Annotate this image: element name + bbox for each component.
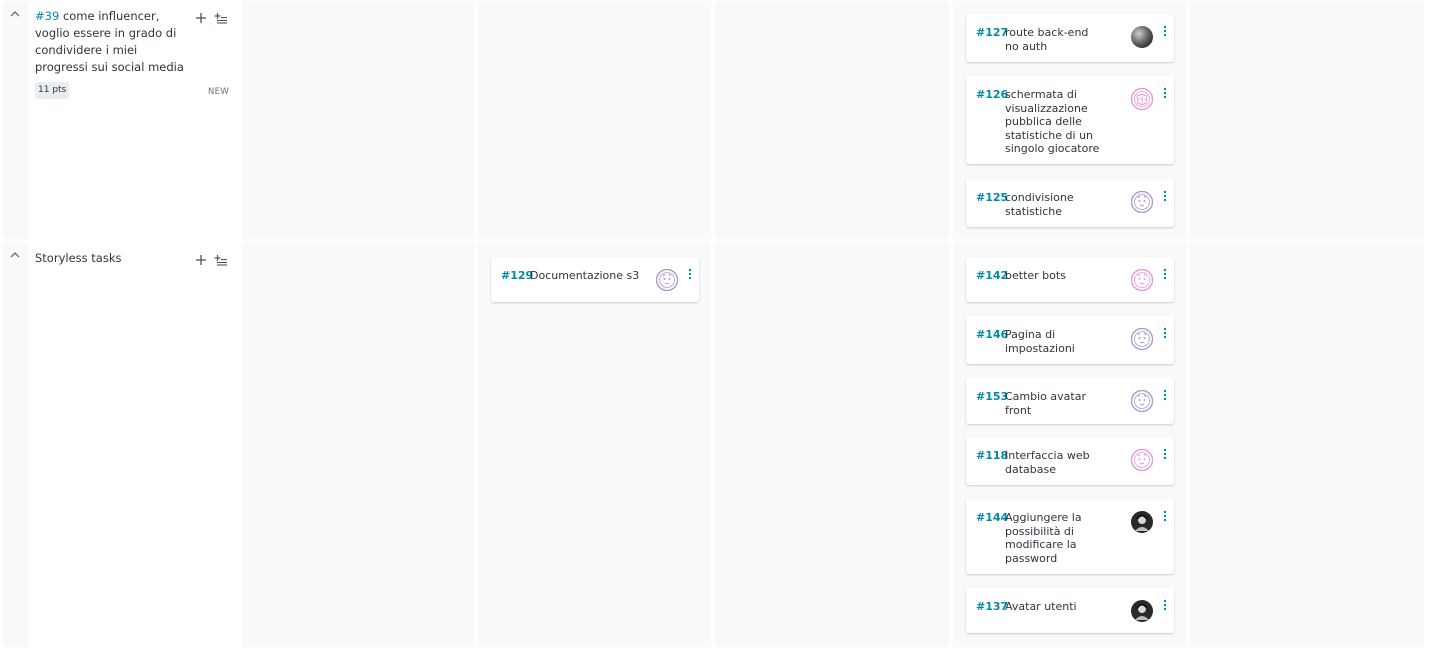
task-ref[interactable]: #127 (976, 26, 1008, 39)
task-title[interactable]: condivisione statistiche (1005, 191, 1105, 218)
task-card[interactable]: #127 route back-end no auth (966, 14, 1174, 62)
add-task-icon[interactable] (195, 12, 209, 24)
task-card[interactable]: #153 Cambio avatar front (966, 378, 1174, 424)
more-options-icon[interactable] (688, 268, 692, 280)
task-ref[interactable]: #129 (501, 269, 533, 282)
more-options-icon[interactable] (1163, 268, 1167, 280)
task-ref[interactable]: #118 (976, 449, 1008, 462)
task-card[interactable]: #137 Avatar utenti (966, 588, 1174, 633)
task-title[interactable]: Avatar utenti (1005, 600, 1105, 614)
status-column-cell (715, 243, 949, 647)
assignee-avatar[interactable] (1130, 268, 1154, 292)
assignee-avatar[interactable] (1130, 448, 1154, 472)
status-column-cell (478, 1, 711, 239)
status-column-cell (478, 243, 711, 647)
task-ref[interactable]: #153 (976, 390, 1008, 403)
task-title[interactable]: Cambio avatar front (1005, 390, 1105, 417)
task-title[interactable]: schermata di visualizzazione pubblica de… (1005, 88, 1105, 156)
task-ref[interactable]: #125 (976, 191, 1008, 204)
story-points-badge: 11 pts (35, 82, 70, 99)
status-column-cell (242, 1, 475, 239)
task-card[interactable]: #144 Aggiungere la possibilità di modific… (966, 499, 1174, 574)
swimlane-header-panel (29, 243, 240, 647)
assignee-avatar[interactable] (1131, 600, 1153, 622)
task-ref[interactable]: #146 (976, 328, 1008, 341)
more-options-icon[interactable] (1163, 87, 1167, 99)
status-column-cell (242, 243, 475, 647)
task-title[interactable]: Documentazione s3 (530, 269, 640, 283)
more-options-icon[interactable] (1163, 510, 1167, 522)
task-card[interactable]: #129 Documentazione s3 (491, 257, 699, 302)
task-title[interactable]: Interfaccia web database (1005, 449, 1105, 476)
task-title[interactable]: Aggiungere la possibilità di modificare … (1005, 511, 1105, 565)
task-ref[interactable]: #142 (976, 269, 1008, 282)
swimlane-title: Storyless tasks (35, 251, 122, 265)
task-ref[interactable]: #144 (976, 511, 1008, 524)
status-column-cell (1190, 243, 1424, 647)
user-story-title[interactable]: #39 come influencer, voglio essere in gr… (35, 8, 185, 76)
more-options-icon[interactable] (1163, 327, 1167, 339)
task-title[interactable]: better bots (1005, 269, 1105, 283)
task-card[interactable]: #146 Pagina di impostazioni (966, 316, 1174, 364)
assignee-avatar[interactable] (1130, 327, 1154, 351)
assignee-avatar[interactable] (655, 268, 679, 292)
task-card[interactable]: #118 Interfaccia web database (966, 437, 1174, 485)
more-options-icon[interactable] (1163, 389, 1167, 401)
assignee-avatar[interactable] (1130, 190, 1154, 214)
more-options-icon[interactable] (1163, 190, 1167, 202)
task-card[interactable]: #126 schermata di visualizzazione pubblic… (966, 76, 1174, 164)
story-status[interactable]: NEW (208, 87, 229, 97)
more-options-icon[interactable] (1163, 599, 1167, 611)
task-card[interactable]: #125 condivisione statistiche (966, 179, 1174, 227)
assignee-avatar[interactable] (1130, 389, 1154, 413)
assignee-avatar[interactable] (1131, 511, 1153, 533)
assignee-avatar[interactable] (1131, 26, 1153, 48)
user-story-ref[interactable]: #39 (35, 9, 59, 23)
add-bulk-tasks-icon[interactable] (214, 12, 228, 24)
task-title[interactable]: Pagina di impostazioni (1005, 328, 1105, 355)
collapse-chevron-up-icon[interactable] (10, 251, 20, 259)
status-column-cell (1190, 1, 1424, 239)
collapse-chevron-up-icon[interactable] (10, 10, 20, 18)
status-column-cell (715, 1, 949, 239)
add-task-icon[interactable] (195, 254, 209, 266)
add-bulk-tasks-icon[interactable] (214, 254, 228, 266)
task-card[interactable]: #142 better bots (966, 257, 1174, 302)
assignee-avatar[interactable] (1130, 87, 1154, 111)
task-title[interactable]: route back-end no auth (1005, 26, 1105, 53)
more-options-icon[interactable] (1163, 448, 1167, 460)
task-ref[interactable]: #137 (976, 600, 1008, 613)
task-ref[interactable]: #126 (976, 88, 1008, 101)
more-options-icon[interactable] (1163, 25, 1167, 37)
